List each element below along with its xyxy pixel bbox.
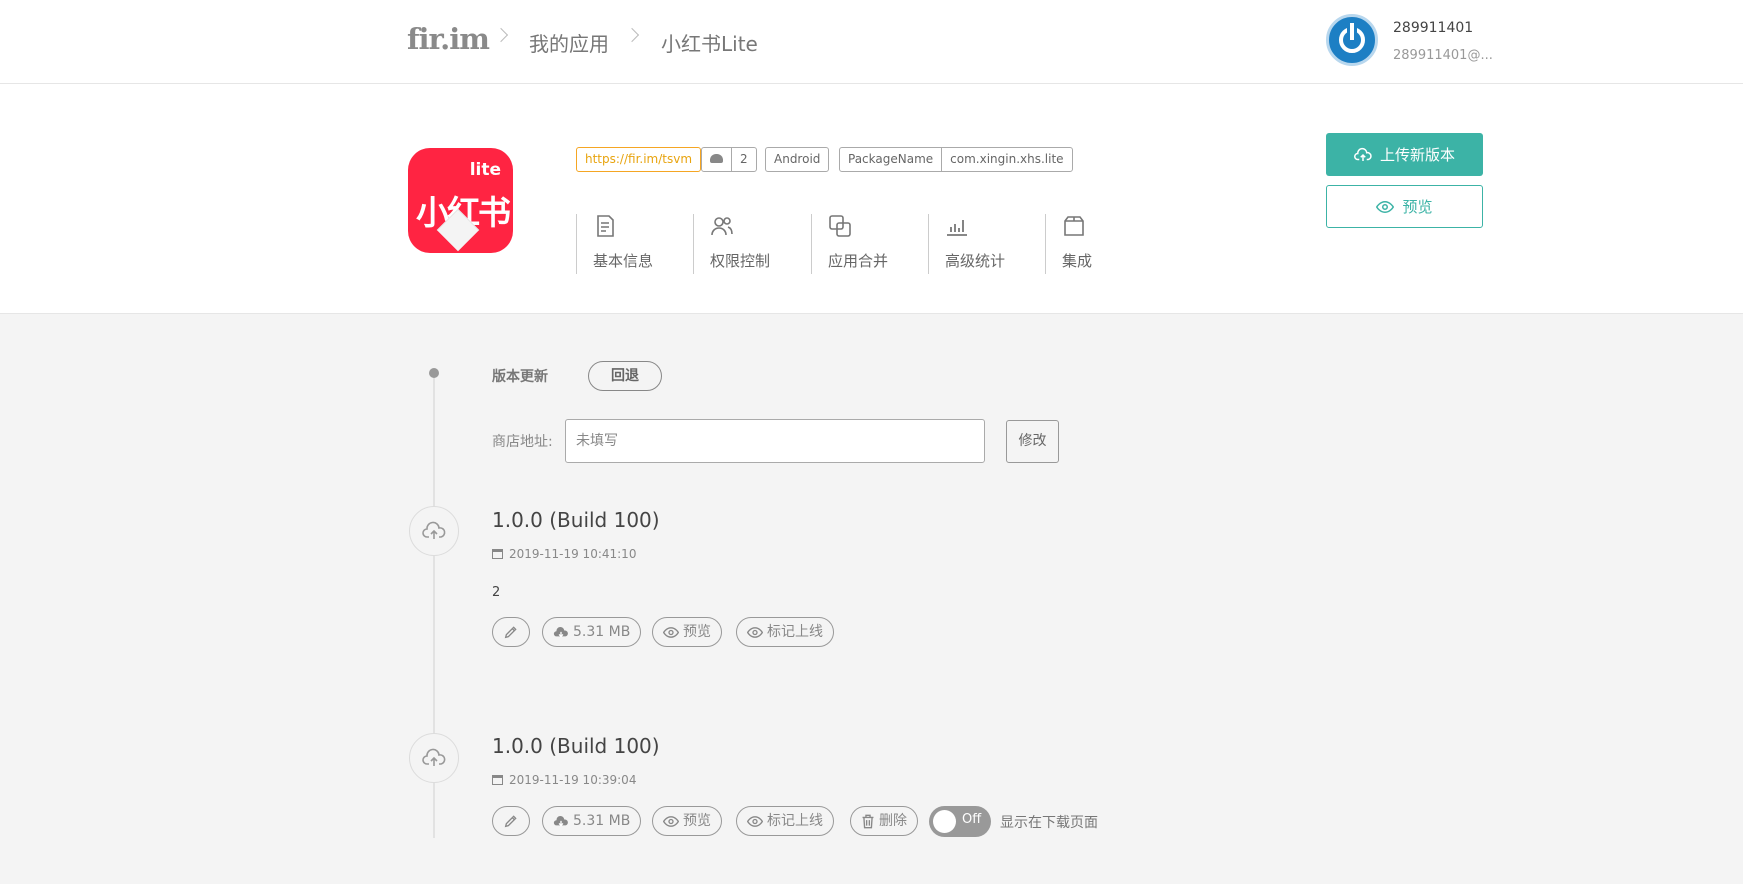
cloud-upload-icon — [422, 521, 446, 539]
package-tag: PackageName com.xingin.xhs.lite — [839, 147, 1073, 172]
cloud-upload-icon — [422, 748, 446, 766]
timeline-dot — [429, 368, 439, 378]
avatar[interactable] — [1326, 14, 1378, 66]
top-bar: fir.im 我的应用 小红书Lite 289911401 289911401@… — [0, 0, 1743, 84]
breadcrumb-my-apps[interactable]: 我的应用 — [529, 28, 609, 57]
breadcrumb-separator — [493, 27, 509, 43]
edit-version-button[interactable] — [492, 617, 530, 647]
version-date: 2019-11-19 10:41:10 — [492, 547, 636, 561]
pencil-icon — [504, 626, 517, 639]
eye-icon — [747, 626, 763, 638]
nav-advanced-stats[interactable]: 高级统计 — [928, 214, 1038, 274]
version-title: 1.0.0 (Build 100) — [492, 734, 660, 758]
cloud-download-icon — [710, 154, 723, 163]
version-title: 1.0.0 (Build 100) — [492, 508, 660, 532]
nav-basic-info[interactable]: 基本信息 — [576, 214, 686, 274]
cloud-download-icon — [553, 626, 568, 637]
document-icon — [597, 215, 614, 237]
version-date: 2019-11-19 10:39:04 — [492, 773, 636, 787]
version-note: 2 — [492, 585, 501, 600]
edit-version-button[interactable] — [492, 806, 530, 836]
calendar-icon — [492, 775, 503, 785]
mark-online-button[interactable]: 标记上线 — [736, 617, 834, 647]
upload-version-marker — [409, 506, 459, 556]
preview-button[interactable]: 预览 — [1326, 185, 1483, 228]
delete-version-button[interactable]: 删除 — [850, 806, 918, 836]
toggle-description: 显示在下载页面 — [1000, 815, 1098, 831]
calendar-icon — [492, 549, 503, 559]
users-icon — [711, 217, 733, 236]
user-email: 289911401@... — [1393, 48, 1493, 63]
download-size-button[interactable]: 5.31 MB — [542, 806, 642, 836]
rollback-button[interactable]: 回退 — [588, 361, 662, 391]
download-size-button[interactable]: 5.31 MB — [542, 617, 642, 647]
mark-online-button[interactable]: 标记上线 — [736, 806, 834, 836]
store-address-label: 商店地址: — [492, 434, 553, 450]
nav-integration[interactable]: 集成 — [1045, 214, 1155, 274]
eye-icon — [1376, 200, 1395, 213]
breadcrumb-separator — [624, 27, 640, 43]
bar-chart-icon — [947, 220, 967, 236]
merge-icon — [829, 215, 851, 237]
eye-icon — [663, 626, 679, 638]
upload-new-version-button[interactable]: 上传新版本 — [1326, 133, 1483, 176]
eye-icon — [663, 815, 679, 827]
eye-icon — [747, 815, 763, 827]
box-icon — [1064, 216, 1084, 236]
short-link-tag[interactable]: https://fir.im/tsvm — [576, 147, 702, 172]
breadcrumb-current-app: 小红书Lite — [661, 32, 758, 56]
edit-store-button[interactable]: 修改 — [1006, 420, 1059, 463]
show-on-download-page-toggle[interactable]: Off — [929, 806, 991, 837]
pencil-icon — [504, 815, 517, 828]
version-preview-button[interactable]: 预览 — [652, 617, 722, 647]
cloud-upload-icon — [1354, 147, 1372, 161]
cloud-download-icon — [553, 815, 568, 826]
app-header: lite 小红书 https://fir.im/tsvm 2 Android P… — [0, 84, 1743, 314]
version-preview-button[interactable]: 预览 — [652, 806, 722, 836]
platform-tag: Android — [765, 147, 830, 172]
section-title: 版本更新 — [492, 369, 548, 385]
nav-app-merge[interactable]: 应用合并 — [811, 214, 921, 274]
site-logo[interactable]: fir.im — [407, 22, 490, 56]
store-address-input[interactable] — [565, 419, 985, 463]
upload-version-marker — [409, 733, 459, 783]
trash-icon — [862, 814, 874, 828]
download-count-tag: 2 — [701, 147, 757, 172]
nav-permissions[interactable]: 权限控制 — [693, 214, 803, 274]
user-name[interactable]: 289911401 — [1393, 20, 1473, 36]
